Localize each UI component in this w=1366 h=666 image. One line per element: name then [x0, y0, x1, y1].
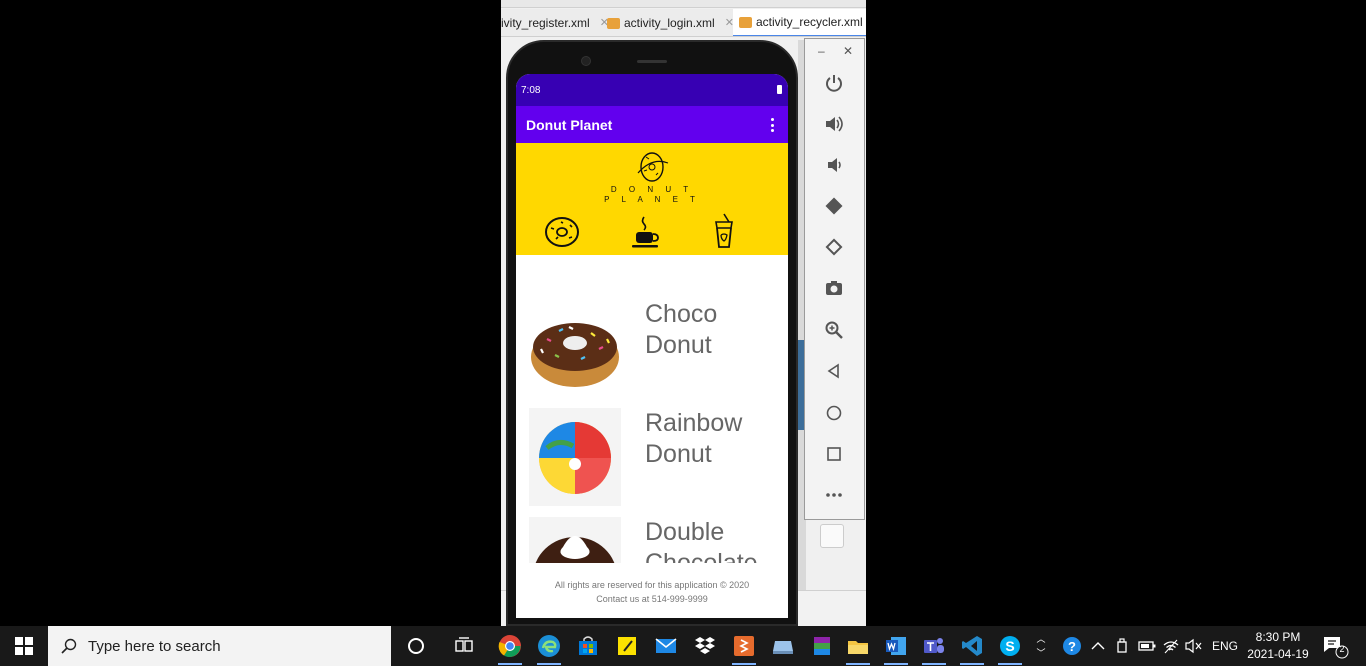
overview-icon[interactable]: [821, 441, 847, 467]
choco-donut-image: [531, 323, 619, 387]
edge-icon[interactable]: [535, 632, 563, 660]
search-placeholder: Type here to search: [88, 637, 221, 655]
help-icon[interactable]: ?: [1058, 632, 1086, 660]
item-name: Double Chocolate: [645, 518, 758, 563]
coffee-cup-icon[interactable]: [626, 215, 666, 251]
running-indicator: [960, 663, 984, 665]
running-indicator: [922, 663, 946, 665]
windows-start-icon[interactable]: [0, 626, 48, 666]
chrome-icon[interactable]: [496, 632, 524, 660]
running-indicator: [846, 663, 870, 665]
home-icon[interactable]: [821, 400, 847, 426]
running-indicator: [998, 663, 1022, 665]
sublime-text-icon[interactable]: [730, 632, 758, 660]
running-indicator: [732, 663, 756, 665]
footer-copyright: All rights are reserved for this applica…: [554, 580, 750, 590]
teams-icon[interactable]: [920, 632, 948, 660]
taskbar: Type here to search S ︿ ﹀ ? ENG 8:30 PM …: [0, 626, 1366, 666]
app-title: Donut Planet: [526, 117, 613, 133]
action-center-button[interactable]: 2: [1320, 632, 1350, 660]
more-icon[interactable]: [821, 482, 847, 508]
language-indicator[interactable]: ENG: [1212, 626, 1238, 666]
xml-file-icon: [607, 17, 620, 29]
volume-down-icon[interactable]: [821, 152, 847, 178]
item-name: Choco Donut: [645, 300, 718, 359]
footer-contact: Contact us at 514-999-9999: [596, 594, 708, 604]
app-bar: Donut Planet: [516, 106, 788, 143]
battery-icon[interactable]: [1136, 632, 1158, 660]
ide-toolbar: [501, 0, 866, 8]
svg-text:?: ?: [1068, 639, 1076, 654]
footer: All rights are reserved for this applica…: [516, 578, 788, 606]
task-view-icon[interactable]: [450, 632, 478, 660]
vscode-icon[interactable]: [958, 632, 986, 660]
dropbox-icon[interactable]: [691, 632, 719, 660]
rotate-left-icon[interactable]: [821, 193, 847, 219]
file-explorer-icon[interactable]: [844, 632, 872, 660]
rainbow-donut-image: [529, 408, 621, 506]
clock-date: 2021-04-19: [1247, 647, 1309, 661]
taskbar-search-box[interactable]: Type here to search: [48, 626, 391, 666]
status-time: 7:08: [521, 85, 541, 96]
back-icon[interactable]: [821, 358, 847, 384]
list-item-double-chocolate[interactable]: Double Chocolate: [516, 517, 788, 563]
resize-icon[interactable]: [820, 524, 844, 548]
rotate-right-icon[interactable]: [821, 234, 847, 260]
store-icon[interactable]: [574, 632, 602, 660]
overflow-menu-icon[interactable]: [766, 116, 778, 134]
running-indicator: [498, 663, 522, 665]
notification-count: 2: [1339, 644, 1345, 654]
word-icon[interactable]: [882, 632, 910, 660]
zoom-icon[interactable]: [821, 317, 847, 343]
item-name: Rainbow Donut: [645, 409, 743, 468]
power-icon[interactable]: [821, 70, 847, 96]
search-icon: [61, 638, 77, 654]
minimize-icon[interactable]: –: [818, 44, 825, 58]
clock-time: 8:30 PM: [1255, 630, 1301, 644]
volume-up-icon[interactable]: [821, 111, 847, 137]
taskbar-scroll[interactable]: ︿ ﹀: [1034, 626, 1048, 666]
running-indicator: [537, 663, 561, 665]
list-item-choco-donut[interactable]: Choco Donut: [516, 299, 788, 399]
taskbar-clock[interactable]: 8:30 PM 2021-04-19: [1245, 629, 1311, 663]
chevron-down-icon[interactable]: ﹀: [1036, 646, 1045, 660]
svg-text:S: S: [1005, 638, 1014, 654]
donut-list[interactable]: Choco Donut Rainbow Donut Double Chocola…: [516, 255, 788, 563]
tab-activity-login[interactable]: activity_login.xml ✕: [607, 9, 734, 36]
skype-icon[interactable]: S: [996, 632, 1024, 660]
show-hidden-icons-icon[interactable]: [1087, 632, 1109, 660]
list-item-rainbow-donut[interactable]: Rainbow Donut: [516, 408, 788, 508]
close-icon[interactable]: ✕: [843, 44, 853, 58]
usb-device-icon[interactable]: [1111, 632, 1133, 660]
wifi-icon[interactable]: [1160, 632, 1182, 660]
winrar-icon[interactable]: [808, 632, 836, 660]
double-chocolate-image: [529, 517, 621, 563]
cortana-icon[interactable]: [402, 632, 430, 660]
tab-label: ivity_register.xml: [501, 16, 590, 30]
phone-speaker: [637, 60, 667, 63]
tab-activity-register[interactable]: ivity_register.xml ✕: [501, 9, 609, 36]
iced-drink-icon[interactable]: [704, 213, 744, 249]
desktop: ivity_register.xml ✕ activity_login.xml …: [0, 0, 1366, 626]
header-banner: D O N U T P L A N E T: [516, 143, 788, 255]
drive-icon[interactable]: [769, 632, 797, 660]
running-indicator: [884, 663, 908, 665]
status-bar: 7:08: [516, 74, 788, 106]
editor-tabs: ivity_register.xml ✕ activity_login.xml …: [501, 9, 866, 37]
emulator-toolbar: – ✕: [804, 38, 865, 520]
logo-text: D O N U T P L A N E T: [604, 185, 700, 204]
donut-icon[interactable]: [542, 213, 582, 249]
chevron-up-icon[interactable]: ︿: [1036, 632, 1045, 646]
tab-activity-recycler[interactable]: activity_recycler.xml: [733, 9, 866, 36]
tab-label: activity_login.xml: [624, 16, 715, 30]
phone-camera: [581, 56, 591, 66]
xml-file-icon: [739, 16, 752, 28]
phone-screen: 7:08 Donut Planet D O N U T P L A N E T: [516, 74, 788, 618]
camera-icon[interactable]: [821, 275, 847, 301]
sticky-notes-icon[interactable]: [613, 632, 641, 660]
mail-icon[interactable]: [652, 632, 680, 660]
tab-label: activity_recycler.xml: [756, 15, 863, 29]
volume-muted-icon[interactable]: [1183, 632, 1205, 660]
battery-icon: [777, 85, 782, 94]
